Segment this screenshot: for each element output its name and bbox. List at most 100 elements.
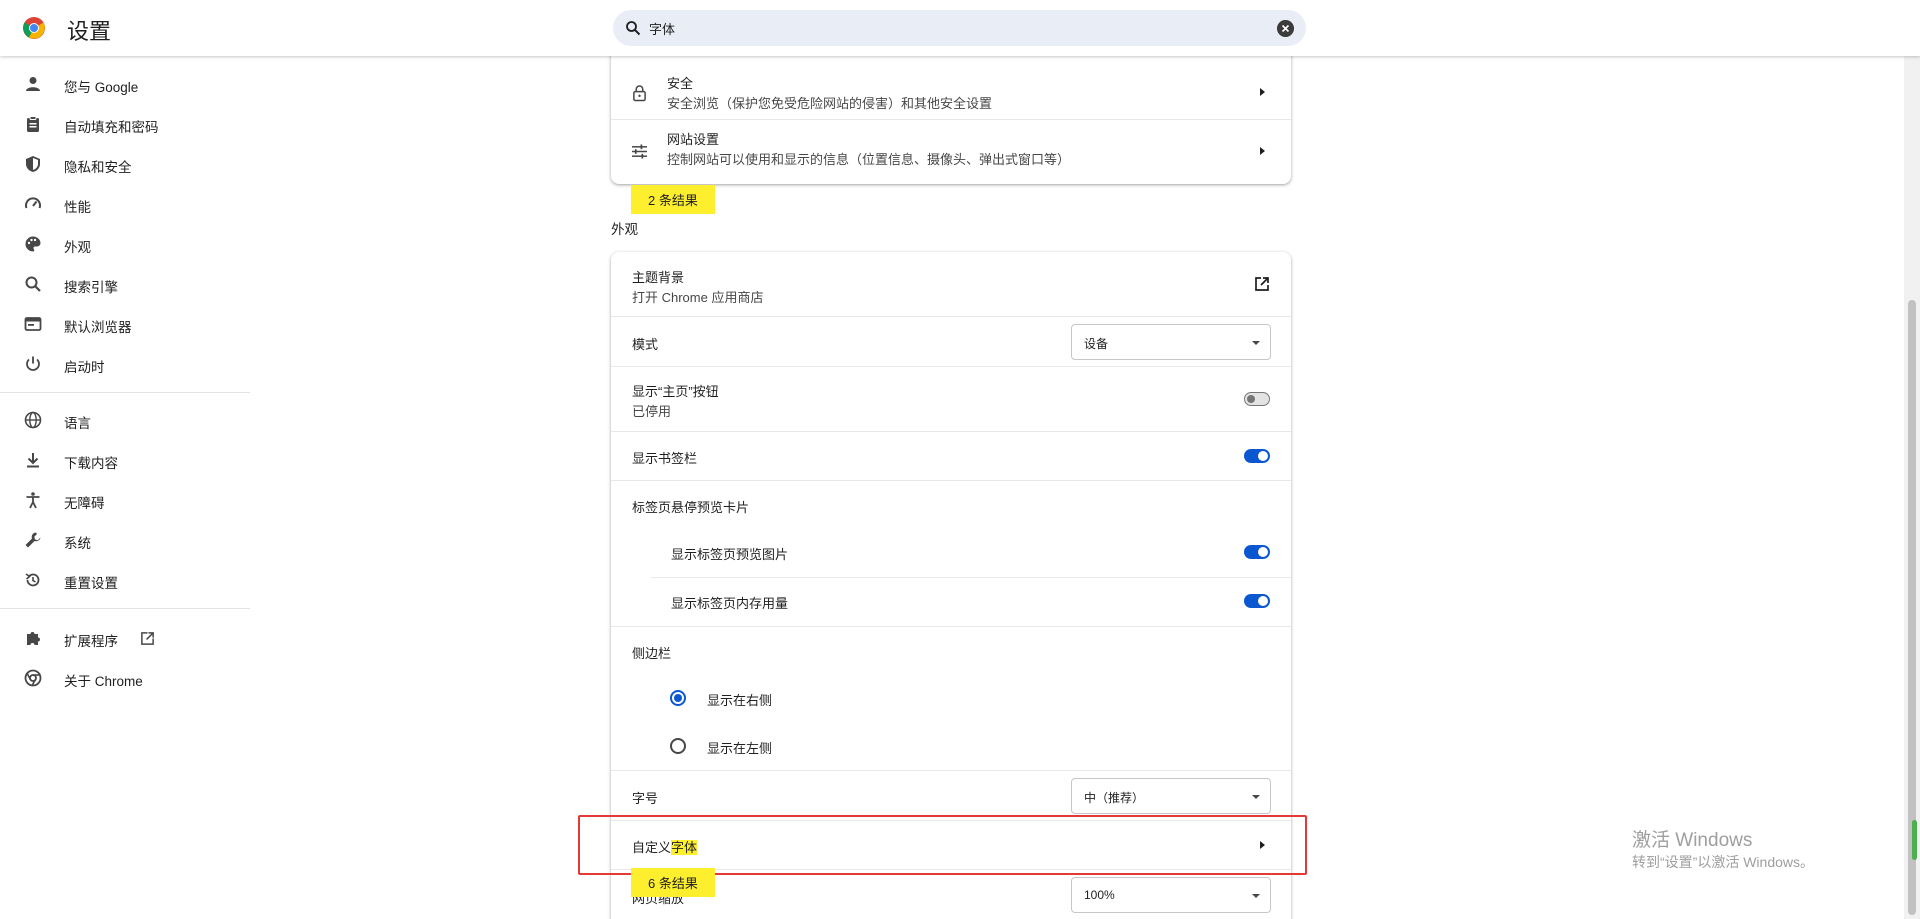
chrome-icon — [24, 669, 42, 687]
side-panel-left-radio[interactable] — [670, 738, 686, 754]
font-size-select[interactable]: 中（推荐） — [1071, 778, 1271, 814]
sidebar-divider — [0, 608, 250, 609]
sidebar-item-label: 外观 — [64, 240, 91, 255]
bookmarks-bar-toggle[interactable] — [1244, 449, 1270, 463]
page-zoom-select-value: 100% — [1084, 888, 1115, 902]
sidebar-item-system[interactable]: 系统 — [0, 520, 250, 560]
tab-preview-image-toggle[interactable] — [1244, 545, 1270, 559]
speedometer-icon — [25, 197, 41, 209]
bookmarks-bar-row[interactable]: 显示书签栏 — [611, 431, 1291, 480]
globe-icon — [24, 411, 42, 429]
sidebar-item-label: 您与 Google — [64, 80, 139, 95]
app-title: 设置 — [67, 19, 112, 44]
power-icon — [26, 356, 40, 371]
security-title: 安全 — [667, 76, 694, 91]
theme-row[interactable]: 主题背景 打开 Chrome 应用商店 — [611, 252, 1291, 316]
page-scrollbar[interactable] — [1904, 56, 1920, 919]
home-button-status: 已停用 — [632, 404, 672, 419]
side-panel-left-option[interactable]: 显示在左侧 — [611, 722, 1291, 770]
side-panel-row: 侧边栏 — [611, 626, 1291, 674]
mode-row: 模式 设备 — [611, 316, 1291, 366]
site-settings-subtitle: 控制网站可以使用和显示的信息（位置信息、摄像头、弹出式窗口等） — [667, 152, 1071, 167]
sidebar-item-label: 扩展程序 — [64, 634, 118, 649]
shield-icon — [26, 156, 40, 172]
windows-watermark-title: 激活 Windows — [1632, 830, 1753, 851]
annotation-highlight-box — [578, 815, 1307, 875]
chevron-right-icon — [1260, 147, 1265, 155]
wrench-icon — [25, 532, 41, 548]
reset-icon — [25, 573, 40, 587]
puzzle-icon — [27, 632, 40, 645]
sidebar-item-search-engine[interactable]: 搜索引擎 — [0, 264, 250, 304]
sidebar-item-extensions[interactable]: 扩展程序 — [0, 618, 250, 658]
tab-memory-row[interactable]: 显示标签页内存用量 — [611, 577, 1291, 626]
search-results-badge: 2 条结果 — [631, 185, 715, 214]
external-link-icon[interactable] — [1254, 276, 1270, 292]
search-icon — [626, 21, 641, 36]
sidebar-item-label: 系统 — [64, 536, 91, 551]
tab-hover-row: 标签页悬停预览卡片 — [611, 480, 1291, 528]
sidebar-item-label: 搜索引擎 — [64, 280, 118, 295]
appearance-section-title: 外观 — [611, 222, 638, 237]
home-button-toggle[interactable] — [1244, 392, 1270, 406]
side-panel-right-radio[interactable] — [670, 690, 686, 706]
sidebar-item-appearance[interactable]: 外观 — [0, 224, 250, 264]
chevron-down-icon — [1252, 894, 1260, 898]
sidebar-item-downloads[interactable]: 下载内容 — [0, 440, 250, 480]
lock-icon — [633, 85, 646, 102]
search-icon — [25, 276, 41, 292]
sidebar-item-privacy[interactable]: 隐私和安全 — [0, 144, 250, 184]
sidebar-item-default-browser[interactable]: 默认浏览器 — [0, 304, 250, 344]
site-settings-row[interactable]: 网站设置 控制网站可以使用和显示的信息（位置信息、摄像头、弹出式窗口等） — [611, 119, 1291, 184]
theme-subtitle: 打开 Chrome 应用商店 — [632, 290, 764, 305]
sidebar-item-label: 自动填充和密码 — [64, 120, 159, 135]
sidebar-item-on-startup[interactable]: 启动时 — [0, 344, 250, 384]
side-panel-left-label: 显示在左侧 — [707, 741, 773, 756]
home-button-row[interactable]: 显示“主页”按钮 已停用 — [611, 366, 1291, 431]
search-box[interactable] — [613, 10, 1306, 46]
sidebar-item-performance[interactable]: 性能 — [0, 184, 250, 224]
sidebar-item-label: 性能 — [64, 200, 91, 215]
side-panel-right-label: 显示在右侧 — [707, 693, 773, 708]
sidebar-item-label: 下载内容 — [64, 456, 118, 471]
page-zoom-select[interactable]: 100% — [1071, 877, 1271, 913]
clear-search-icon[interactable] — [1277, 20, 1294, 37]
sidebar: 您与 Google 自动填充和密码 隐私和安全 性能 外观 搜索引擎 默认浏览器… — [0, 56, 250, 919]
chevron-down-icon — [1252, 795, 1260, 799]
font-size-select-value: 中（推荐） — [1084, 791, 1145, 805]
tab-preview-image-row[interactable]: 显示标签页预览图片 — [611, 528, 1291, 577]
sidebar-divider — [0, 392, 250, 393]
external-link-icon — [141, 632, 154, 645]
security-subtitle: 安全浏览（保护您免受危险网站的侵害）和其他安全设置 — [667, 96, 993, 111]
side-panel-label: 侧边栏 — [632, 646, 672, 661]
sidebar-item-label: 默认浏览器 — [64, 320, 132, 335]
sidebar-item-label: 隐私和安全 — [64, 160, 132, 175]
security-row[interactable]: 安全 安全浏览（保护您免受危险网站的侵害）和其他安全设置 — [611, 64, 1291, 120]
tab-memory-toggle[interactable] — [1244, 594, 1270, 608]
scroll-indicator — [1912, 820, 1917, 860]
sidebar-item-autofill[interactable]: 自动填充和密码 — [0, 104, 250, 144]
sidebar-item-languages[interactable]: 语言 — [0, 400, 250, 440]
home-button-label: 显示“主页”按钮 — [632, 384, 719, 399]
sidebar-item-label: 关于 Chrome — [64, 674, 143, 689]
chevron-down-icon — [1252, 341, 1260, 345]
palette-icon — [25, 236, 41, 252]
sidebar-item-you-and-google[interactable]: 您与 Google — [0, 64, 250, 104]
clipboard-icon — [27, 116, 39, 132]
mode-label: 模式 — [632, 337, 659, 352]
bookmarks-bar-label: 显示书签栏 — [632, 451, 698, 466]
accessibility-icon — [26, 492, 40, 509]
sidebar-item-accessibility[interactable]: 无障碍 — [0, 480, 250, 520]
theme-title: 主题背景 — [632, 270, 685, 285]
top-bar: 设置 — [0, 0, 1920, 56]
sidebar-item-about-chrome[interactable]: 关于 Chrome — [0, 658, 250, 698]
sidebar-item-label: 语言 — [64, 416, 91, 431]
site-settings-title: 网站设置 — [667, 132, 720, 147]
mode-select[interactable]: 设备 — [1071, 324, 1271, 360]
font-size-label: 字号 — [632, 791, 659, 806]
search-input[interactable] — [649, 16, 1249, 40]
tab-preview-image-label: 显示标签页预览图片 — [671, 547, 789, 562]
side-panel-right-option[interactable]: 显示在右侧 — [611, 674, 1291, 722]
privacy-card: 安全 安全浏览（保护您免受危险网站的侵害）和其他安全设置 网站设置 控制网站可以… — [611, 44, 1291, 184]
sidebar-item-reset[interactable]: 重置设置 — [0, 560, 250, 600]
